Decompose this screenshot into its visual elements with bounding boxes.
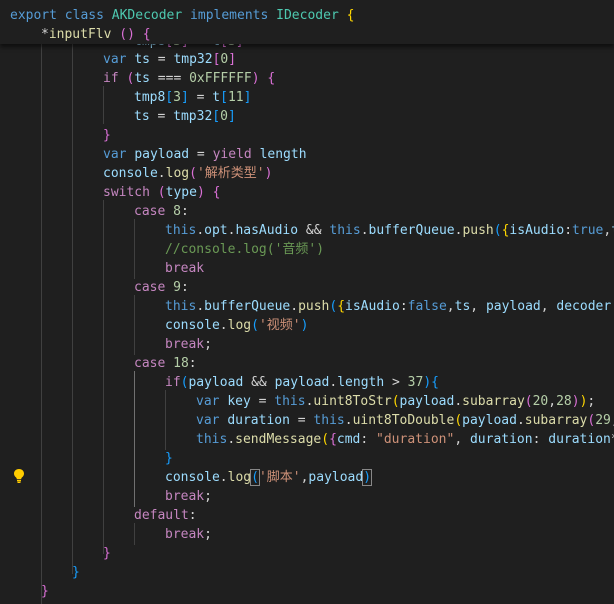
code-line[interactable]: break;	[0, 335, 614, 354]
sticky-scroll-header[interactable]: export class AKDecoder implements IDecod…	[0, 0, 614, 44]
sticky-line[interactable]: *inputFlv () {	[0, 25, 614, 44]
code-line[interactable]: this.bufferQueue.push({isAudio:false,ts,…	[0, 297, 614, 316]
code-line[interactable]: var key = this.uint8ToStr(payload.subarr…	[0, 392, 614, 411]
code-line[interactable]: break;	[0, 487, 614, 506]
code-line[interactable]: var payload = yield length	[0, 145, 614, 164]
code-line[interactable]: break;	[0, 525, 614, 544]
code-line[interactable]: tmp8[3] = t[11]	[0, 88, 614, 107]
code-line[interactable]: case 8:	[0, 202, 614, 221]
code-line[interactable]: }	[0, 563, 614, 582]
code-line[interactable]: console.log('视频')	[0, 316, 614, 335]
code-line[interactable]: }	[0, 582, 614, 601]
code-line[interactable]: case 18:	[0, 354, 614, 373]
code-line[interactable]: break	[0, 259, 614, 278]
code-line[interactable]: if (ts === 0xFFFFFF) {	[0, 69, 614, 88]
code-line[interactable]: var duration = this.uint8ToDouble(payloa…	[0, 411, 614, 430]
code-line[interactable]: }	[0, 126, 614, 145]
code-line[interactable]: }	[0, 449, 614, 468]
code-line[interactable]: //console.log('音频')	[0, 240, 614, 259]
code-line[interactable]: var ts = tmp32[0]	[0, 50, 614, 69]
code-line[interactable]: default:	[0, 506, 614, 525]
text-cursor	[371, 470, 373, 485]
code-line[interactable]: this.sendMessage({cmd: "duration", durat…	[0, 430, 614, 449]
code-line[interactable]: switch (type) {	[0, 183, 614, 202]
code-line[interactable]: if(payload && payload.length > 37){	[0, 373, 614, 392]
code-line-current[interactable]: console.log('脚本',payload)	[0, 468, 614, 487]
code-line[interactable]: }	[0, 544, 614, 563]
code-line[interactable]: this.opt.hasAudio && this.bufferQueue.pu…	[0, 221, 614, 240]
code-line[interactable]: ts = tmp32[0]	[0, 107, 614, 126]
lightbulb-icon[interactable]	[12, 468, 26, 484]
sticky-line[interactable]: export class AKDecoder implements IDecod…	[0, 6, 614, 25]
code-line[interactable]: case 9:	[0, 278, 614, 297]
code-line[interactable]: console.log('解析类型')	[0, 164, 614, 183]
code-editor[interactable]: tmp8[3] = t[3] var ts = tmp32[0] if (ts …	[0, 0, 614, 604]
